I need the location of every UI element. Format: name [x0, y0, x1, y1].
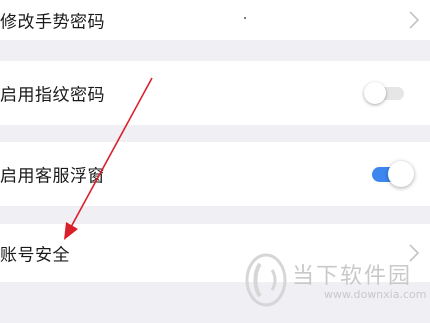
watermark-url: www.downxia.com: [324, 288, 427, 301]
watermark-text: 当下软件园: [292, 264, 413, 289]
watermark-logo-icon: [245, 253, 287, 307]
watermark: 当下软件园 www.downxia.com: [244, 252, 430, 308]
